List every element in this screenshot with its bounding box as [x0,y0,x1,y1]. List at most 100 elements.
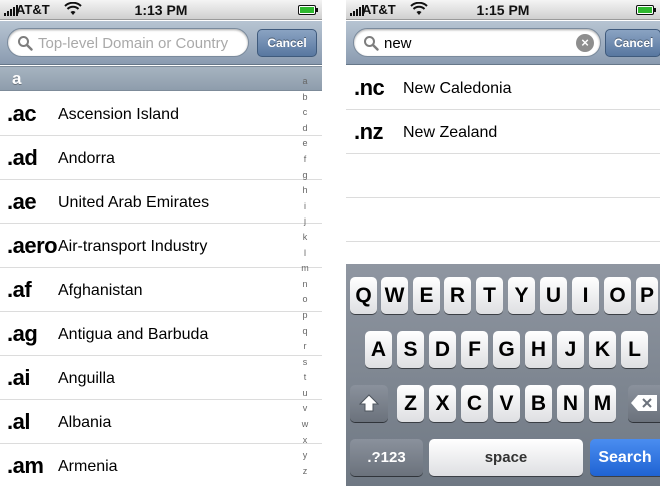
list-item[interactable]: .am Armenia [0,444,322,486]
tld-label: .ad [7,145,38,170]
section-index[interactable]: abcdefghijklmnopqrstuvwxyz [296,76,314,476]
key-g[interactable]: G [493,331,520,368]
tld-label: .ag [7,321,38,346]
index-letter[interactable]: s [303,357,308,367]
key-m[interactable]: M [589,385,616,422]
index-letter[interactable]: f [304,154,307,164]
battery-icon [636,5,656,15]
domain-list: .ac Ascension Island .ad Andorra .ae United… [0,92,322,486]
index-letter[interactable]: u [302,388,307,398]
key-a[interactable]: A [365,331,392,368]
space-key[interactable]: space [429,439,583,476]
keyboard: Q W E R T Y U I O P A S D F G H J K L Z … [346,264,660,486]
key-i[interactable]: I [572,277,599,314]
list-item[interactable]: .nc New Caledonia [346,66,660,110]
index-letter[interactable]: v [303,403,308,413]
key-p[interactable]: P [636,277,658,314]
tld-label: .ac [7,101,37,126]
key-q[interactable]: Q [350,277,377,314]
index-letter[interactable]: o [302,294,307,304]
list-item[interactable]: .aero Air-transport Industry [0,224,322,268]
index-letter[interactable]: k [303,232,308,242]
search-bar: × Cancel [346,21,660,65]
index-letter[interactable]: q [302,326,307,336]
list-item[interactable]: .ai Anguilla [0,356,322,400]
search-field[interactable]: × [353,28,601,57]
list-item[interactable]: .ac Ascension Island [0,92,322,136]
key-y[interactable]: Y [508,277,535,314]
list-item[interactable]: .ae United Arab Emirates [0,180,322,224]
key-z[interactable]: Z [397,385,424,422]
cancel-button[interactable]: Cancel [257,29,317,57]
index-letter[interactable]: w [302,419,309,429]
list-item[interactable]: .ad Andorra [0,136,322,180]
key-f[interactable]: F [461,331,488,368]
index-letter[interactable]: z [303,466,308,476]
list-item[interactable]: .nz New Zealand [346,110,660,154]
list-item[interactable]: .ag Antigua and Barbuda [0,312,322,356]
search-key[interactable]: Search [590,439,660,476]
index-letter[interactable]: t [304,372,307,382]
country-label: Air-transport Industry [58,238,208,255]
shift-key[interactable] [350,385,388,422]
key-e[interactable]: E [413,277,440,314]
key-t[interactable]: T [476,277,503,314]
cancel-button[interactable]: Cancel [605,29,660,57]
empty-row [346,154,660,198]
key-c[interactable]: C [461,385,488,422]
search-input[interactable] [384,33,574,53]
clear-text-icon[interactable]: × [576,34,594,52]
key-b[interactable]: B [525,385,552,422]
key-k[interactable]: K [589,331,616,368]
shift-arrow-icon [358,394,380,412]
index-letter[interactable]: c [303,107,308,117]
key-h[interactable]: H [525,331,552,368]
index-letter[interactable]: n [302,279,307,289]
tld-label: .am [7,453,44,478]
index-letter[interactable]: e [302,138,307,148]
key-d[interactable]: D [429,331,456,368]
delete-key[interactable] [628,385,660,422]
country-label: New Zealand [403,124,498,141]
key-l[interactable]: L [621,331,648,368]
key-u[interactable]: U [540,277,567,314]
status-time: 1:15 PM [476,2,530,18]
index-letter[interactable]: m [301,263,309,273]
status-time: 1:13 PM [134,2,188,18]
key-x[interactable]: X [429,385,456,422]
key-n[interactable]: N [557,385,584,422]
index-letter[interactable]: y [303,450,308,460]
country-label: Albania [58,414,112,431]
key-j[interactable]: J [557,331,584,368]
search-field[interactable] [7,28,249,57]
search-input[interactable] [38,33,228,53]
status-bar: AT&T 1:15 PM [346,0,660,20]
section-header: a [0,66,322,91]
list-item[interactable]: .al Albania [0,400,322,444]
key-r[interactable]: R [444,277,471,314]
index-letter[interactable]: r [304,341,307,351]
numbers-key[interactable]: .?123 [350,439,423,476]
key-s[interactable]: S [397,331,424,368]
country-label: Ascension Island [58,106,179,123]
list-item[interactable]: .af Afghanistan [0,268,322,312]
country-label: Afghanistan [58,282,143,299]
index-letter[interactable]: i [304,201,306,211]
index-letter[interactable]: d [302,123,307,133]
index-letter[interactable]: j [304,216,306,226]
search-icon [364,36,379,51]
index-letter[interactable]: x [303,435,308,445]
search-bar: Cancel [0,21,322,65]
country-label: Armenia [58,458,118,475]
index-letter[interactable]: g [302,170,307,180]
index-letter[interactable]: a [302,76,307,86]
index-letter[interactable]: l [304,248,306,258]
index-letter[interactable]: b [302,92,307,102]
index-letter[interactable]: h [302,185,307,195]
key-v[interactable]: V [493,385,520,422]
key-o[interactable]: O [604,277,631,314]
tld-label: .af [7,277,32,302]
index-letter[interactable]: p [302,310,307,320]
key-w[interactable]: W [381,277,408,314]
phone-screen-left: AT&T 1:13 PM Cancel a .ac Ascension Islan… [0,0,322,486]
